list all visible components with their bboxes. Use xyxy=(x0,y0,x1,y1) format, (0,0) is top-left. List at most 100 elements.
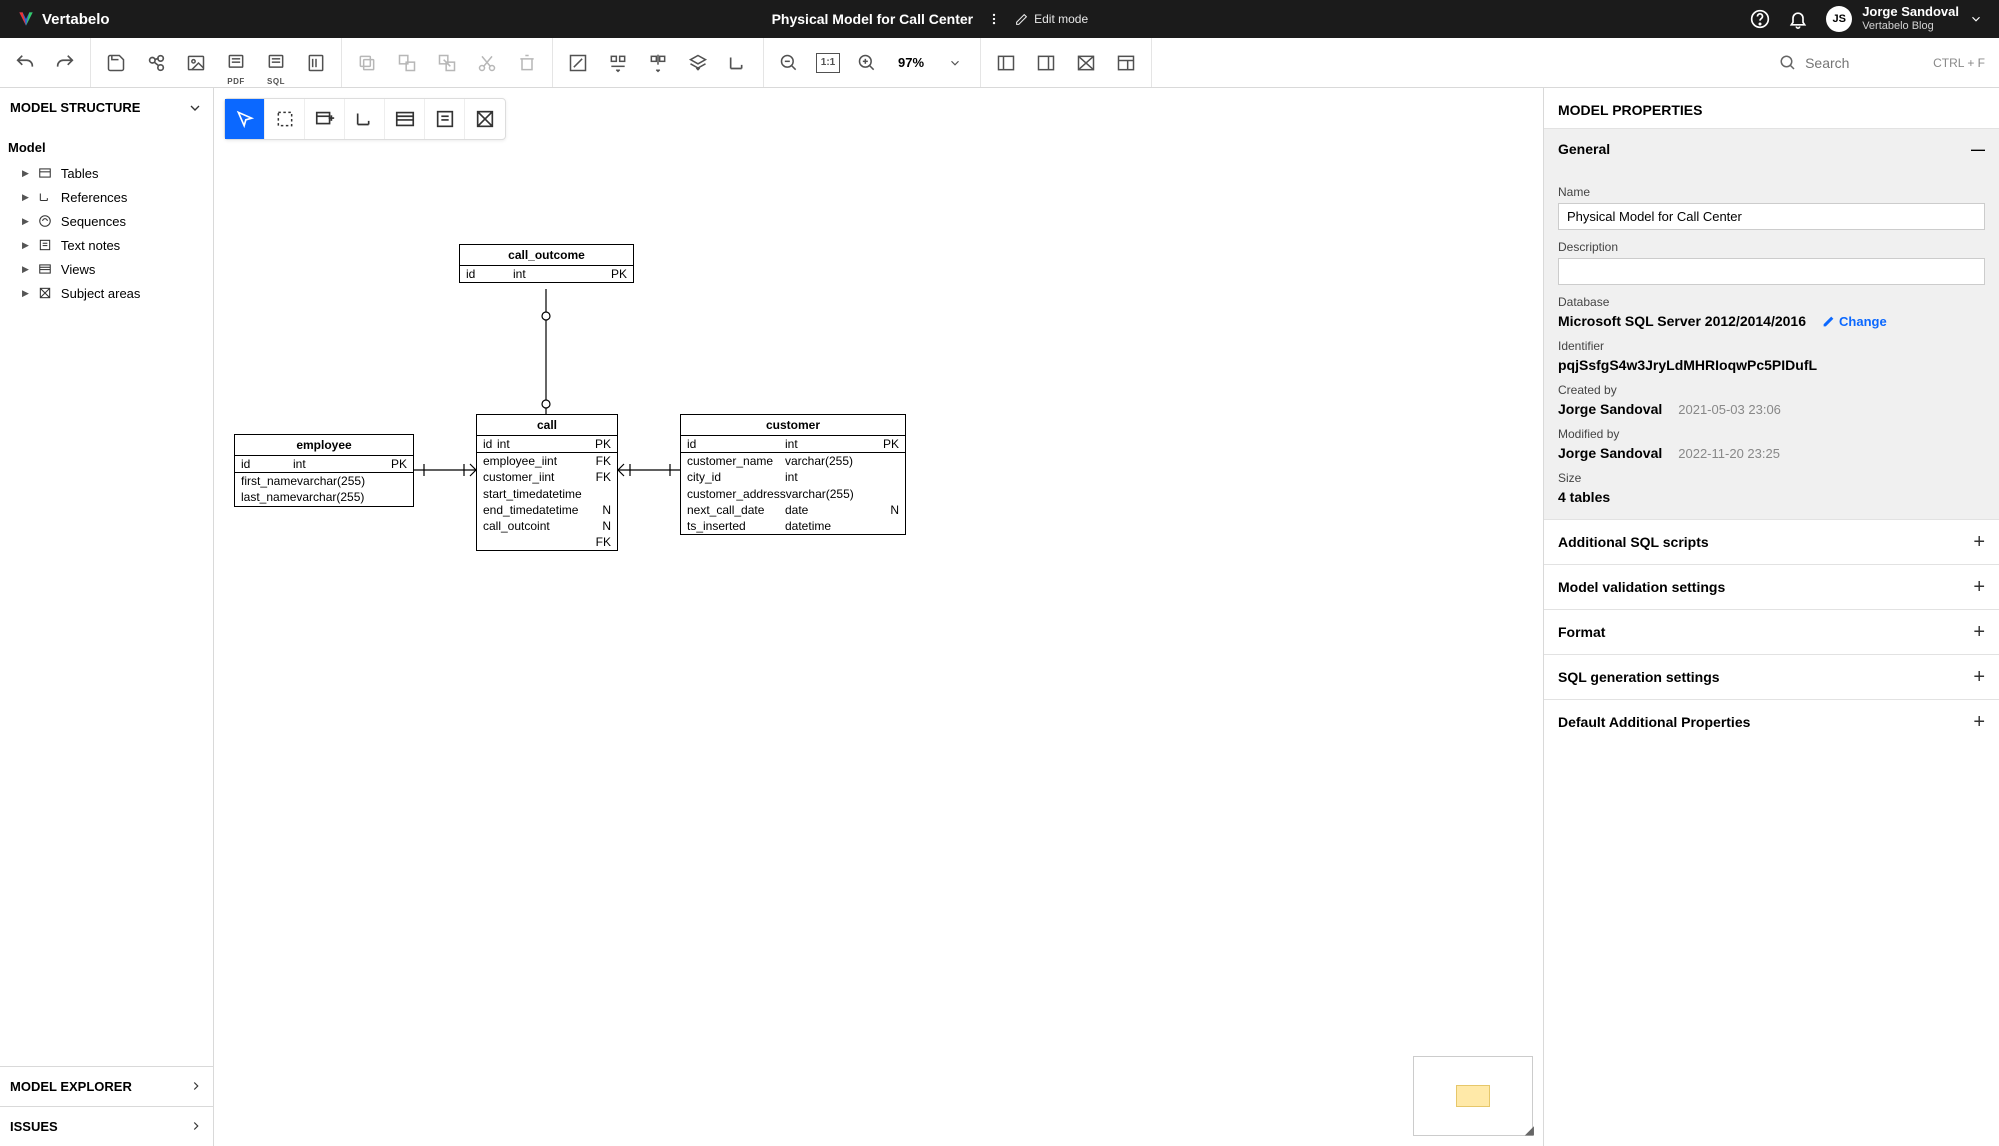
minimap-toggle-button[interactable] xyxy=(1113,50,1139,76)
zoom-dropdown[interactable] xyxy=(942,50,968,76)
tree-item-icon xyxy=(37,165,53,181)
user-menu[interactable]: JS Jorge Sandoval Vertabelo Blog xyxy=(1826,5,1983,33)
minimap[interactable]: ◢ xyxy=(1413,1056,1533,1136)
plus-icon: + xyxy=(1973,712,1985,732)
section-toggle[interactable]: Additional SQL scripts+ xyxy=(1544,520,1999,564)
table-name: call xyxy=(477,415,617,436)
caret-icon: ▶ xyxy=(22,192,29,203)
tree-item-icon xyxy=(37,237,53,253)
tree-item[interactable]: ▶References xyxy=(8,185,205,209)
table-column: employee_iintFK xyxy=(477,453,617,469)
caret-icon: ▶ xyxy=(22,240,29,251)
user-sub: Vertabelo Blog xyxy=(1862,20,1959,33)
delete-button[interactable] xyxy=(514,50,540,76)
zoom-reset-button[interactable]: 1:1 xyxy=(816,53,840,73)
section-toggle[interactable]: Default Additional Properties + xyxy=(1544,700,1999,744)
reference-tool-button[interactable] xyxy=(725,50,751,76)
avatar: JS xyxy=(1826,6,1852,32)
section-label: Format xyxy=(1558,624,1605,640)
tree-item[interactable]: ▶Tables xyxy=(8,161,205,185)
section-toggle[interactable]: Model validation settings+ xyxy=(1544,565,1999,609)
share-button[interactable] xyxy=(143,50,169,76)
table-call[interactable]: callidintPKemployee_iintFKcustomer_iintF… xyxy=(476,414,618,551)
marquee-tool[interactable] xyxy=(265,99,305,139)
zoom-in-button[interactable] xyxy=(854,50,880,76)
model-explorer-toggle[interactable]: MODEL EXPLORER xyxy=(0,1066,213,1106)
add-reference-tool[interactable] xyxy=(345,99,385,139)
user-name: Jorge Sandoval xyxy=(1862,5,1959,20)
issues-toggle[interactable]: ISSUES xyxy=(0,1106,213,1146)
table-customer[interactable]: customeridintPKcustomer_namevarchar(255)… xyxy=(680,414,906,535)
edit-mode[interactable]: Edit mode xyxy=(1015,12,1088,26)
tree-item[interactable]: ▶Sequences xyxy=(8,209,205,233)
resize-handle-icon[interactable]: ◢ xyxy=(1525,1123,1534,1137)
table-column: customer_iintFK xyxy=(477,469,617,485)
undo-button[interactable] xyxy=(12,50,38,76)
add-area-tool[interactable] xyxy=(465,99,505,139)
search-box[interactable]: CTRL + F xyxy=(1765,38,1999,87)
change-database-link[interactable]: Change xyxy=(1822,314,1887,329)
save-button[interactable] xyxy=(103,50,129,76)
brand[interactable]: Vertabelo xyxy=(16,9,110,29)
cut-button[interactable] xyxy=(474,50,500,76)
fit-button[interactable] xyxy=(565,50,591,76)
redo-button[interactable] xyxy=(52,50,78,76)
kebab-icon[interactable] xyxy=(987,12,1001,26)
align-v-button[interactable] xyxy=(645,50,671,76)
section-label: Additional SQL scripts xyxy=(1558,534,1709,550)
tree-item-label: Text notes xyxy=(61,238,120,253)
zoom-value: 97% xyxy=(894,55,928,70)
xml-export-button[interactable] xyxy=(303,50,329,76)
name-input[interactable] xyxy=(1558,203,1985,230)
section-toggle[interactable]: SQL generation settings+ xyxy=(1544,655,1999,699)
panel-right-button[interactable] xyxy=(1033,50,1059,76)
tree-item-icon xyxy=(37,213,53,229)
chevron-right-icon xyxy=(189,1119,203,1133)
size-value: 4 tables xyxy=(1558,489,1610,505)
help-icon[interactable] xyxy=(1750,9,1770,29)
section-toggle[interactable]: Format + xyxy=(1544,610,1999,654)
grid-button[interactable] xyxy=(1073,50,1099,76)
sql-export-button[interactable]: SQL xyxy=(263,50,289,76)
paste-button[interactable] xyxy=(434,50,460,76)
identifier-value: pqjSsfgS4w3JryLdMHRIoqwPc5PIDufL xyxy=(1558,357,1817,373)
table-column: idintPK xyxy=(477,436,617,453)
tree-item[interactable]: ▶Subject areas xyxy=(8,281,205,305)
table-call-outcome[interactable]: call_outcomeidintPK xyxy=(459,244,634,283)
add-table-tool[interactable] xyxy=(305,99,345,139)
align-h-button[interactable] xyxy=(605,50,631,76)
table-column: idintPK xyxy=(235,456,413,473)
select-tool[interactable] xyxy=(225,99,265,139)
tree-item-icon xyxy=(37,285,53,301)
caret-icon: ▶ xyxy=(22,216,29,227)
table-employee[interactable]: employeeidintPKfirst_namevarchar(255)las… xyxy=(234,434,414,507)
image-export-button[interactable] xyxy=(183,50,209,76)
pdf-export-button[interactable]: PDF xyxy=(223,50,249,76)
table-column: city_idint xyxy=(681,469,905,485)
section-label: Default Additional Properties xyxy=(1558,714,1750,730)
left-panel: MODEL STRUCTURE Model ▶Tables▶References… xyxy=(0,88,214,1146)
tree-item-icon xyxy=(37,261,53,277)
duplicate-button[interactable] xyxy=(394,50,420,76)
plus-icon: + xyxy=(1973,622,1985,642)
database-value: Microsoft SQL Server 2012/2014/2016 xyxy=(1558,313,1806,329)
canvas[interactable]: call_outcomeidintPK callidintPKemployee_… xyxy=(214,88,1543,1146)
zoom-out-button[interactable] xyxy=(776,50,802,76)
bell-icon[interactable] xyxy=(1788,9,1808,29)
tree-item-label: Views xyxy=(61,262,95,277)
add-note-tool[interactable] xyxy=(425,99,465,139)
table-column: customer_namevarchar(255) xyxy=(681,453,905,469)
table-name: call_outcome xyxy=(460,245,633,266)
description-input[interactable] xyxy=(1558,258,1985,285)
copy-button[interactable] xyxy=(354,50,380,76)
main-toolbar: PDF SQL 1:1 97% xyxy=(0,38,1999,88)
model-structure-toggle[interactable]: MODEL STRUCTURE xyxy=(0,88,213,128)
tree-item[interactable]: ▶Views xyxy=(8,257,205,281)
layers-button[interactable] xyxy=(685,50,711,76)
search-input[interactable] xyxy=(1805,55,1925,71)
tree-item[interactable]: ▶ Text notes xyxy=(8,233,205,257)
add-view-tool[interactable] xyxy=(385,99,425,139)
model-structure-label: MODEL STRUCTURE xyxy=(10,100,140,115)
section-general-toggle[interactable]: General — xyxy=(1544,129,1999,169)
panel-left-button[interactable] xyxy=(993,50,1019,76)
